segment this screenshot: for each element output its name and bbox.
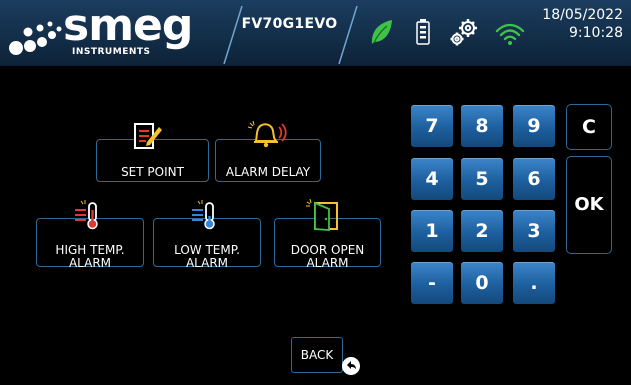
key-dot[interactable]: . — [513, 262, 555, 304]
back-arrow-icon — [342, 357, 360, 375]
door-open-icon — [306, 199, 338, 231]
key-5[interactable]: 5 — [461, 158, 503, 200]
high-temp-label-line1: HIGH TEMP. — [55, 243, 125, 257]
smeg-logo: smeg INSTRUMENTS — [8, 2, 226, 60]
high-temp-thermometer-icon — [75, 200, 98, 230]
brand-subtitle: INSTRUMENTS — [72, 47, 151, 57]
wifi-icon — [495, 23, 525, 45]
high-temp-label-line2: ALARM — [68, 256, 112, 270]
date-text: 18/05/2022 — [542, 7, 623, 23]
set-point-label: SET POINT — [121, 165, 184, 179]
door-open-label-line1: DOOR OPEN — [290, 243, 365, 257]
leaf-icon — [371, 20, 392, 44]
ok-button[interactable]: OK — [566, 156, 612, 254]
battery-icon — [416, 19, 430, 45]
key-8[interactable]: 8 — [461, 105, 503, 147]
time-text: 9:10:28 — [569, 25, 623, 41]
header-divider — [338, 6, 358, 64]
key-9[interactable]: 9 — [513, 105, 555, 147]
alarm-bell-icon — [247, 120, 287, 148]
key-6[interactable]: 6 — [513, 158, 555, 200]
back-button[interactable]: BACK — [291, 337, 343, 373]
date-time: 18/05/2022 9:10:28 — [542, 6, 623, 42]
key-3[interactable]: 3 — [513, 210, 555, 252]
key-2[interactable]: 2 — [461, 210, 503, 252]
setpoint-edit-icon — [134, 123, 162, 149]
clear-button[interactable]: C — [566, 104, 612, 150]
header-divider — [223, 6, 243, 64]
settings-gears-icon[interactable] — [449, 17, 479, 47]
door-open-label-line2: ALARM — [306, 256, 349, 270]
low-temp-label-line1: LOW TEMP. — [174, 243, 240, 257]
top-bar: smeg INSTRUMENTS FV70G1EVO 18/05/2022 9:… — [0, 0, 631, 66]
alarm-delay-label: ALARM DELAY — [225, 165, 311, 179]
brand-name: smeg — [63, 0, 193, 51]
low-temp-thermometer-icon — [192, 200, 215, 230]
low-temp-label-line2: ALARM — [185, 256, 229, 270]
model-name: FV70G1EVO — [241, 16, 338, 32]
key-7[interactable]: 7 — [411, 105, 453, 147]
key-1[interactable]: 1 — [411, 210, 453, 252]
back-label: BACK — [300, 348, 334, 362]
logo-dots-icon — [9, 21, 62, 55]
key-minus[interactable]: - — [411, 262, 453, 304]
key-0[interactable]: 0 — [461, 262, 503, 304]
key-4[interactable]: 4 — [411, 158, 453, 200]
